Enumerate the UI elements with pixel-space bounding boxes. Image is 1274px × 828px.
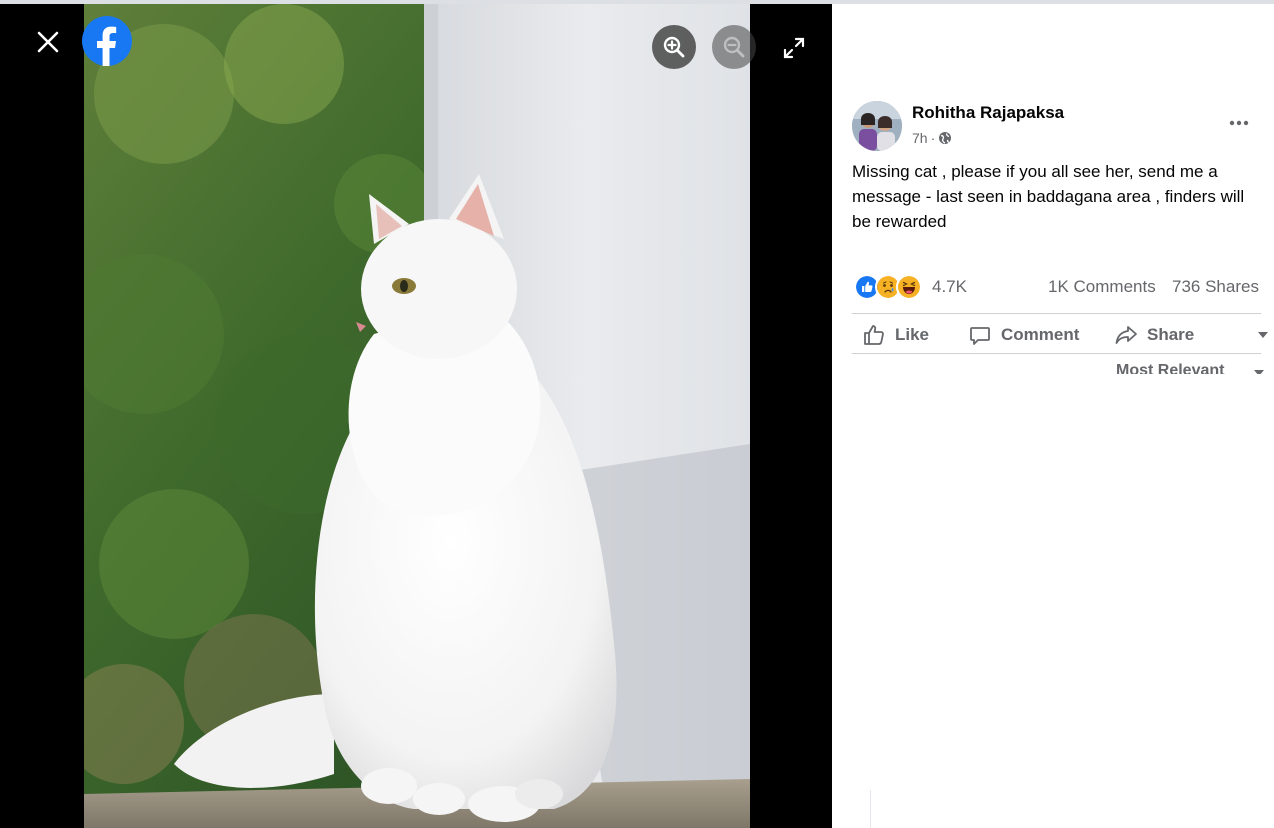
post-photo — [84, 4, 750, 828]
comments-sort-dropdown[interactable]: Most Relevant — [1102, 357, 1274, 374]
comments-divider — [870, 790, 871, 828]
post-meta: 7h · — [912, 130, 952, 146]
more-options-button[interactable] — [1224, 112, 1254, 134]
thumbs-up-icon — [864, 325, 884, 345]
post-text: Missing cat , please if you all see her,… — [852, 162, 1245, 231]
haha-icon — [896, 274, 922, 300]
comment-icon — [970, 327, 990, 345]
share-options-button[interactable] — [1256, 328, 1270, 340]
sort-caret-icon — [1254, 370, 1264, 374]
fullscreen-button[interactable] — [780, 34, 808, 62]
comments-count[interactable]: 1K Comments — [1048, 277, 1156, 297]
close-button[interactable] — [28, 22, 68, 62]
meta-separator: · — [930, 130, 936, 146]
zoom-in-icon — [663, 36, 685, 58]
avatar-photo — [852, 101, 902, 151]
facebook-logo[interactable] — [82, 16, 132, 67]
expand-icon — [783, 37, 805, 59]
caret-down-icon — [1258, 332, 1268, 338]
post-time[interactable]: 7h — [912, 130, 928, 146]
sort-label: Most Relevant — [1116, 362, 1225, 374]
post-panel: Rohitha Rajapaksa 7h · Missing cat , ple… — [832, 4, 1274, 828]
photo-viewer — [0, 4, 832, 828]
comment-label: Comment — [1001, 325, 1080, 344]
public-globe-icon[interactable] — [938, 131, 952, 145]
facebook-logo-icon — [82, 16, 132, 67]
like-button[interactable]: Like — [862, 320, 929, 350]
shares-count[interactable]: 736 Shares — [1172, 277, 1259, 297]
author-name[interactable]: Rohitha Rajapaksa — [912, 103, 1064, 123]
zoom-out-icon — [723, 36, 745, 58]
share-button[interactable]: Share — [1114, 320, 1194, 350]
comment-button[interactable]: Comment — [968, 320, 1079, 350]
zoom-out-button[interactable] — [712, 25, 756, 69]
share-label: Share — [1147, 325, 1195, 344]
like-label: Like — [895, 325, 930, 344]
reactions-summary[interactable]: 4.7K — [854, 274, 967, 300]
more-icon — [1229, 120, 1249, 126]
zoom-in-button[interactable] — [652, 25, 696, 69]
close-icon — [37, 31, 59, 53]
reactions-count: 4.7K — [932, 277, 967, 296]
author-avatar[interactable] — [852, 101, 902, 151]
share-icon — [1115, 326, 1137, 344]
divider-bottom — [852, 353, 1261, 354]
divider-top — [852, 313, 1261, 314]
